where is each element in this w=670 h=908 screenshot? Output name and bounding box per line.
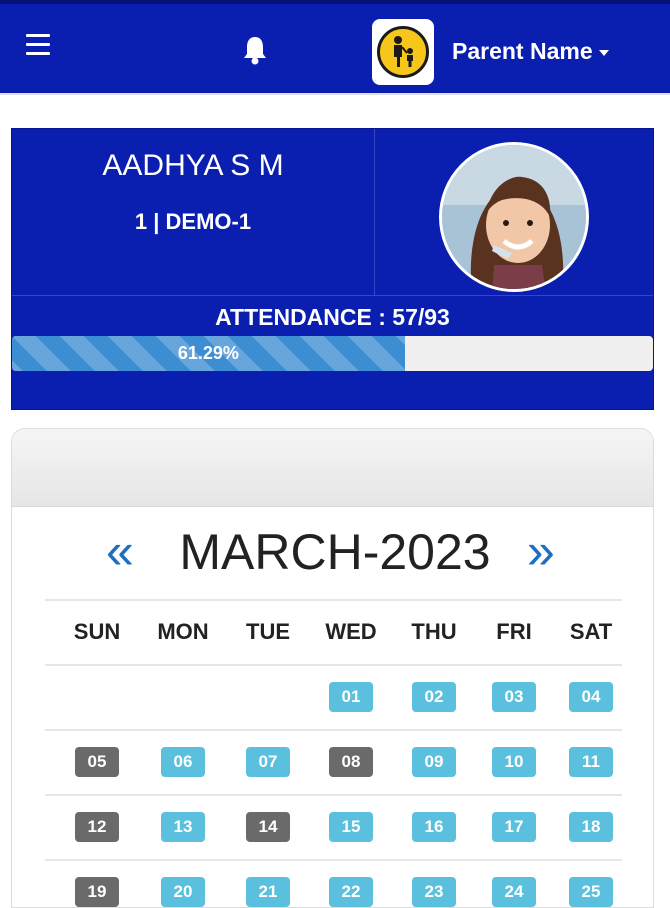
calendar-day-19[interactable]: 19 — [75, 877, 119, 907]
calendar-day-21[interactable]: 21 — [246, 877, 290, 907]
hamburger-menu-icon[interactable] — [26, 34, 50, 56]
calendar-day-23[interactable]: 23 — [412, 877, 456, 907]
header-divider — [0, 93, 670, 95]
calendar-day-05[interactable]: 05 — [75, 747, 119, 777]
calendar-day-15[interactable]: 15 — [329, 812, 373, 842]
bell-icon[interactable] — [241, 34, 269, 66]
calendar-day-17[interactable]: 17 — [492, 812, 536, 842]
next-month-button[interactable]: » — [527, 521, 555, 581]
weekday-header-fri: FRI — [496, 619, 532, 644]
calendar-day-13[interactable]: 13 — [161, 812, 205, 842]
calendar-day-06[interactable]: 06 — [161, 747, 205, 777]
card-divider-horizontal — [12, 295, 653, 296]
calendar-day-02[interactable]: 02 — [412, 682, 456, 712]
calendar-day-24[interactable]: 24 — [492, 877, 536, 907]
weekday-header-thu: THU — [411, 619, 457, 644]
grid-line — [45, 664, 622, 666]
user-dropdown[interactable]: Parent Name — [452, 38, 609, 65]
attendance-percent-label: 61.29% — [177, 343, 239, 363]
grid-line — [45, 599, 622, 601]
calendar-day-01[interactable]: 01 — [329, 682, 373, 712]
student-name: AADHYA S M — [102, 149, 284, 182]
calendar-day-22[interactable]: 22 — [329, 877, 373, 907]
calendar-day-04[interactable]: 04 — [569, 682, 613, 712]
calendar-day-11[interactable]: 11 — [569, 747, 613, 777]
card-divider-vertical — [374, 129, 375, 295]
calendar-day-16[interactable]: 16 — [412, 812, 456, 842]
calendar-day-14[interactable]: 14 — [246, 812, 290, 842]
top-navbar: Parent Name — [0, 0, 670, 93]
caret-down-icon — [598, 49, 609, 56]
avatar[interactable] — [372, 19, 434, 85]
calendar-day-20[interactable]: 20 — [161, 877, 205, 907]
calendar-day-12[interactable]: 12 — [75, 812, 119, 842]
weekday-header-sun: SUN — [73, 619, 121, 644]
attendance-progress-bar: 61.29% — [12, 336, 653, 371]
month-title: MARCH-2023 — [179, 524, 491, 580]
weekday-header-mon: MON — [157, 619, 209, 644]
calendar-day-09[interactable]: 09 — [412, 747, 456, 777]
grid-line — [45, 859, 622, 861]
calendar-day-25[interactable]: 25 — [569, 877, 613, 907]
weekday-header-tue: TUE — [246, 619, 290, 644]
grid-line — [45, 794, 622, 796]
calendar-day-07[interactable]: 07 — [246, 747, 290, 777]
grid-line — [45, 729, 622, 731]
calendar-day-08[interactable]: 08 — [329, 747, 373, 777]
student-photo — [439, 142, 589, 292]
calendar-day-10[interactable]: 10 — [492, 747, 536, 777]
weekday-header-wed: WED — [325, 619, 377, 644]
attendance-summary: ATTENDANCE : 57/93 — [215, 304, 450, 330]
calendar-day-18[interactable]: 18 — [569, 812, 613, 842]
previous-month-button[interactable]: « — [106, 521, 134, 581]
student-card: AADHYA S M 1 | DEMO-1 ATTENDANCE : 57/93… — [11, 128, 654, 410]
calendar-header-band — [12, 429, 653, 507]
parent-child-icon — [377, 26, 429, 78]
calendar-day-03[interactable]: 03 — [492, 682, 536, 712]
user-name-label: Parent Name — [452, 38, 593, 64]
attendance-calendar: « MARCH-2023 » SUN MON TUE WED THU FRI SAT 01 02… — [11, 428, 654, 908]
student-class: 1 | DEMO-1 — [134, 209, 252, 234]
weekday-header-sat: SAT — [569, 619, 613, 644]
